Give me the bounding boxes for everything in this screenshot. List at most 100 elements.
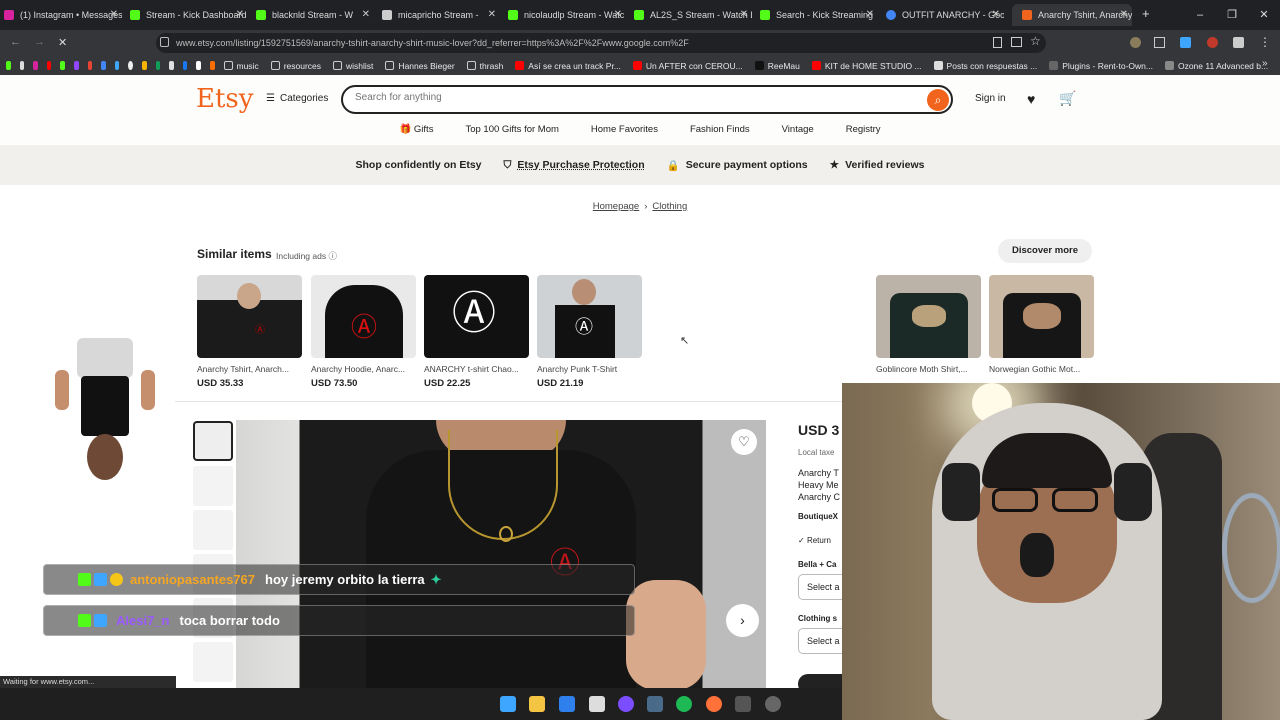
close-tab-icon[interactable]: ✕ xyxy=(362,9,370,20)
browser-tab[interactable]: micapricho Stream - ✕ xyxy=(382,4,500,26)
similar-item-card[interactable]: Ⓐ ANARCHY t-shirt Chao... USD 22.25 xyxy=(424,275,529,389)
bookmark-icon[interactable] xyxy=(155,61,161,70)
close-tab-icon[interactable]: ✕ xyxy=(110,9,118,20)
bookmark-link[interactable]: Un AFTER con CEROU... xyxy=(632,61,743,71)
similar-item-card[interactable]: Norwegian Gothic Mot... xyxy=(989,275,1094,374)
gallery-thumbnail[interactable] xyxy=(193,466,233,506)
nav-vintage[interactable]: Vintage xyxy=(782,124,814,135)
add-to-cart-button[interactable] xyxy=(798,674,842,688)
breadcrumb-homepage[interactable]: Homepage xyxy=(593,201,639,212)
bookmark-icon[interactable] xyxy=(114,61,120,70)
menu-icon[interactable]: ⋮ xyxy=(1259,35,1271,49)
bookmark-link[interactable]: KIT de HOME STUDIO ... xyxy=(811,61,922,71)
bookmark-folder[interactable]: wishlist xyxy=(333,61,373,71)
minimize-icon[interactable]: – xyxy=(1184,0,1216,30)
favorites-heart-icon[interactable]: ♥ xyxy=(1027,91,1035,107)
similar-item-card[interactable]: Ⓐ Anarchy Punk T-Shirt USD 21.19 xyxy=(537,275,642,389)
vscode-icon[interactable] xyxy=(559,696,575,712)
favorite-heart-icon[interactable]: ♡ xyxy=(731,429,757,455)
discover-more-button[interactable]: Discover more xyxy=(998,239,1092,263)
etsy-logo[interactable]: Etsy xyxy=(196,84,253,114)
twitch-icon[interactable] xyxy=(73,61,79,70)
extension-icon[interactable] xyxy=(1180,37,1191,48)
next-image-chevron-icon[interactable]: › xyxy=(726,604,759,637)
sidebar-icon[interactable] xyxy=(1233,37,1244,48)
url-field[interactable]: www.etsy.com/listing/1592751569/anarchy-… xyxy=(156,33,1046,53)
firefox-icon[interactable] xyxy=(706,696,722,712)
reader-icon[interactable] xyxy=(993,37,1002,48)
trust-purchase-protection[interactable]: ⛉ Etsy Purchase Protection xyxy=(504,159,645,172)
extension-icon[interactable] xyxy=(1130,37,1141,48)
x-icon[interactable] xyxy=(19,61,25,70)
browser-tab[interactable]: nicolaudlp Stream - Watc ✕ xyxy=(508,4,626,26)
similar-item-card[interactable]: Ⓐ Anarchy Tshirt, Anarch... USD 35.33 xyxy=(197,275,302,389)
browser-tab[interactable]: (1) Instagram • Messages ✕ xyxy=(4,4,122,26)
variant-select[interactable]: Select a xyxy=(798,628,842,654)
search-bar[interactable]: ⌕ xyxy=(341,85,953,114)
close-tab-icon[interactable]: ✕ xyxy=(740,9,748,20)
browser-tab[interactable]: Stream - Kick Dashboard ✕ xyxy=(130,4,248,26)
whatsapp-icon[interactable] xyxy=(6,61,11,70)
nav-fashion-finds[interactable]: Fashion Finds xyxy=(690,124,750,135)
bookmark-link[interactable]: Ozone 11 Advanced b... xyxy=(1164,61,1268,71)
spotify-icon[interactable] xyxy=(676,696,692,712)
bookmark-icon[interactable] xyxy=(182,61,188,70)
nav-gifts[interactable]: 🎁 Gifts xyxy=(399,124,433,135)
variant-select[interactable]: Select a xyxy=(798,574,842,600)
bookmark-icon[interactable] xyxy=(141,61,147,70)
browser-tab[interactable]: blacknld Stream - W ✕ xyxy=(256,4,374,26)
screenshot-icon[interactable] xyxy=(1011,37,1022,47)
browser-tab-active[interactable]: Anarchy Tshirt, Anarchy S ✕ xyxy=(1012,4,1132,26)
close-window-icon[interactable]: ✕ xyxy=(1248,0,1280,30)
start-icon[interactable] xyxy=(500,696,516,712)
bookmark-star-icon[interactable]: ☆ xyxy=(1030,34,1041,48)
bookmark-folder[interactable]: resources xyxy=(270,61,321,71)
more-bookmarks-icon[interactable]: » xyxy=(1262,58,1268,69)
site-info-icon[interactable] xyxy=(160,37,169,47)
close-tab-icon[interactable]: ✕ xyxy=(614,9,622,20)
categories-button[interactable]: ☰ Categories xyxy=(266,93,328,104)
close-tab-icon[interactable]: ✕ xyxy=(866,9,874,20)
breadcrumb-clothing[interactable]: Clothing xyxy=(652,201,687,212)
close-tab-icon[interactable]: ✕ xyxy=(236,9,244,20)
similar-item-card[interactable]: Goblincore Moth Shirt,... xyxy=(876,275,981,374)
search-icon[interactable]: ⌕ xyxy=(927,89,949,111)
live-icon[interactable] xyxy=(735,696,751,712)
search-input[interactable] xyxy=(355,92,915,103)
nav-home-favorites[interactable]: Home Favorites xyxy=(591,124,658,135)
shop-name[interactable]: BoutiqueX xyxy=(798,512,838,521)
bookmark-link[interactable]: Plugins - Rent-to-Own... xyxy=(1049,61,1153,71)
drive-icon[interactable] xyxy=(101,61,106,70)
close-tab-icon[interactable]: ✕ xyxy=(992,9,1000,20)
bookmark-link[interactable]: Posts con respuestas ... xyxy=(933,61,1037,71)
bookmark-icon[interactable] xyxy=(209,61,215,70)
gallery-thumbnail-selected[interactable] xyxy=(193,421,233,461)
bookmark-icon[interactable] xyxy=(169,61,174,70)
extension-icon[interactable] xyxy=(1207,37,1218,48)
file-explorer-icon[interactable] xyxy=(529,696,545,712)
browser-tab[interactable]: AL2S_S Stream - Watch L ✕ xyxy=(634,4,752,26)
app-icon[interactable] xyxy=(589,696,605,712)
cart-icon[interactable]: 🛒 xyxy=(1059,90,1076,107)
gmail-icon[interactable] xyxy=(87,61,93,70)
new-tab-icon[interactable]: + xyxy=(1142,6,1150,21)
maximize-icon[interactable]: ❐ xyxy=(1216,0,1248,30)
obs-icon[interactable] xyxy=(765,696,781,712)
close-tab-icon[interactable]: ✕ xyxy=(1120,9,1128,20)
browser-tab[interactable]: Search - Kick Streaming ✕ xyxy=(760,4,878,26)
extensions-icon[interactable] xyxy=(1154,37,1165,48)
discord-icon[interactable] xyxy=(618,696,634,712)
kick-icon[interactable] xyxy=(60,61,65,70)
bookmark-folder[interactable]: thrash xyxy=(466,61,503,71)
back-icon[interactable]: ← xyxy=(10,36,21,48)
bookmark-link[interactable]: ReeMau xyxy=(754,61,800,71)
sign-in-link[interactable]: Sign in xyxy=(975,93,1006,104)
bookmark-folder[interactable]: music xyxy=(223,61,259,71)
youtube-icon[interactable] xyxy=(46,61,52,70)
gallery-thumbnail[interactable] xyxy=(193,642,233,682)
nav-top-gifts-mom[interactable]: Top 100 Gifts for Mom xyxy=(465,124,558,135)
close-tab-icon[interactable]: ✕ xyxy=(488,9,496,20)
similar-item-card[interactable]: Ⓐ Anarchy Hoodie, Anarc... USD 73.50 xyxy=(311,275,416,389)
gallery-thumbnail[interactable] xyxy=(193,510,233,550)
bookmark-link[interactable]: Así se crea un track Pr... xyxy=(515,61,621,71)
